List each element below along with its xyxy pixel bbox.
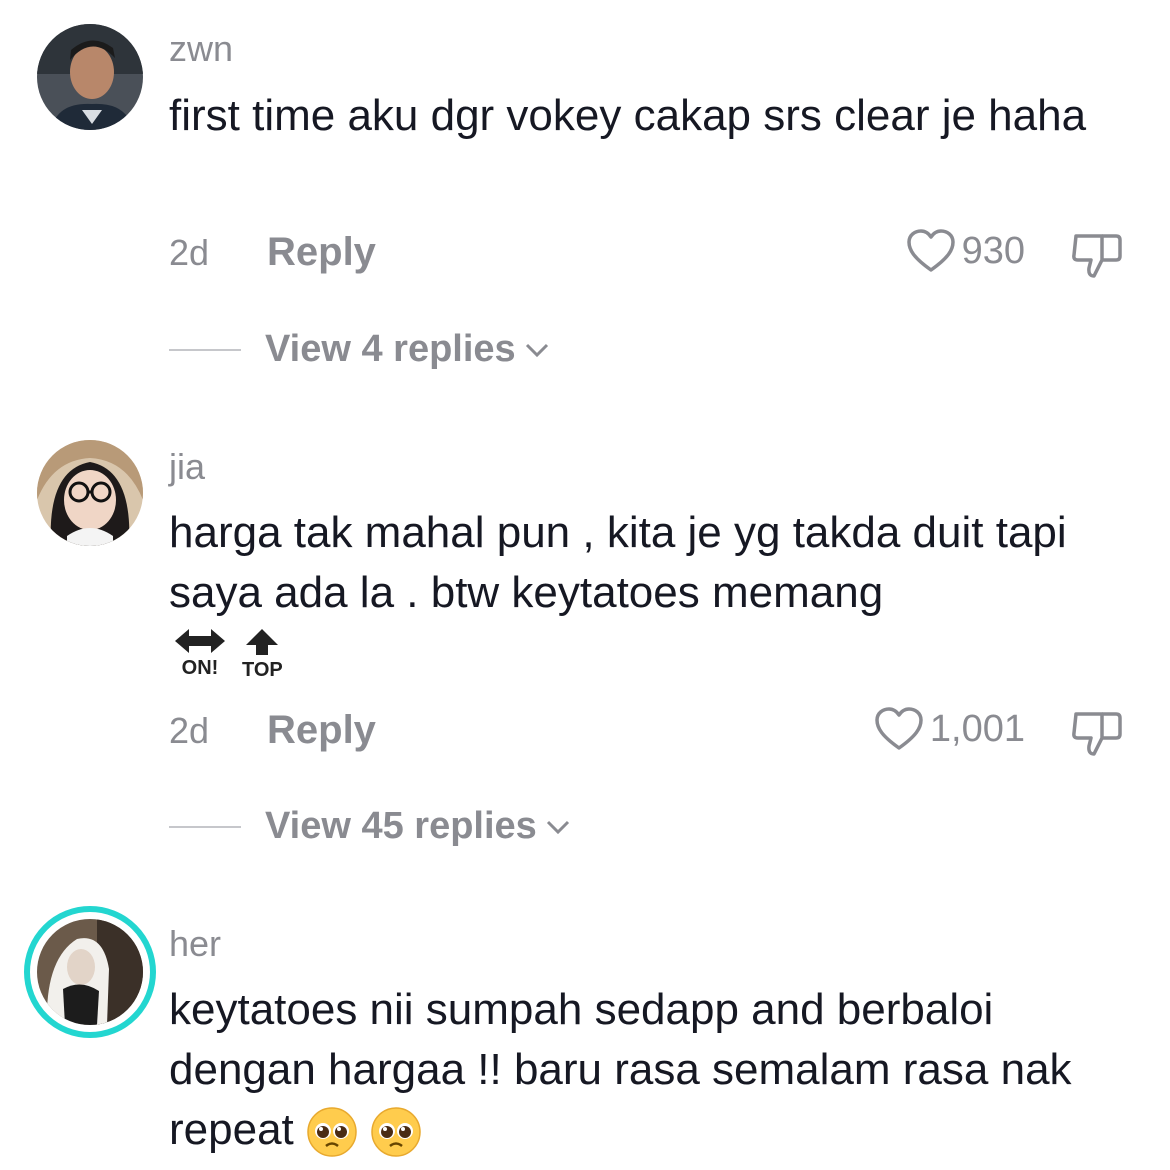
dislike-button[interactable]	[1070, 708, 1126, 763]
story-ring[interactable]	[24, 906, 156, 1038]
reply-button[interactable]: Reply	[267, 708, 376, 753]
sticker-emoji: ON!	[173, 627, 227, 680]
avatar[interactable]	[37, 440, 143, 546]
comment-text: first time aku dgr vokey cakap srs clear…	[169, 91, 1087, 140]
comment-username[interactable]: jia	[169, 446, 205, 488]
thumbs-down-icon	[1072, 712, 1122, 756]
avatar[interactable]	[37, 24, 143, 130]
pleading-face-icon	[371, 1107, 421, 1158]
comment-text: keytatoes nii sumpah sedapp and berbaloi…	[169, 980, 1144, 1160]
divider	[169, 348, 241, 351]
sticker-label: ON!	[181, 657, 219, 679]
comment-timestamp: 2d	[169, 232, 210, 273]
up-arrow-icon	[246, 629, 279, 655]
view-replies-label: View 45 replies	[265, 805, 537, 847]
like-button[interactable]: 930	[906, 228, 1025, 274]
view-replies-button[interactable]: View 4 replies	[169, 328, 550, 371]
comment-username[interactable]: zwn	[169, 28, 233, 70]
view-replies-label: View 4 replies	[265, 328, 516, 370]
chevron-down-icon	[546, 820, 569, 834]
left-right-arrow-icon	[175, 629, 225, 653]
view-replies-button[interactable]: View 45 replies	[169, 805, 571, 848]
thumbs-down-icon	[1072, 234, 1122, 278]
comment-text: harga tak mahal pun , kita je yg takda d…	[169, 508, 1067, 617]
sticker-emoji: TOP	[242, 627, 283, 682]
heart-icon	[875, 707, 923, 750]
like-count: 930	[961, 229, 1025, 272]
comment-username[interactable]: her	[169, 923, 221, 965]
comment-timestamp: 2d	[169, 710, 210, 751]
like-count: 1,001	[929, 707, 1025, 750]
dislike-button[interactable]	[1070, 230, 1126, 285]
sticker-label: TOP	[242, 659, 283, 681]
reply-button[interactable]: Reply	[267, 230, 376, 275]
heart-icon	[906, 229, 955, 272]
divider	[169, 825, 241, 828]
comment-text-content: keytatoes nii sumpah sedapp and berbaloi…	[169, 985, 1072, 1154]
pleading-face-icon	[307, 1107, 357, 1158]
avatar	[37, 919, 143, 1025]
chevron-down-icon	[525, 343, 548, 357]
like-button[interactable]: 1,001	[874, 706, 1025, 752]
